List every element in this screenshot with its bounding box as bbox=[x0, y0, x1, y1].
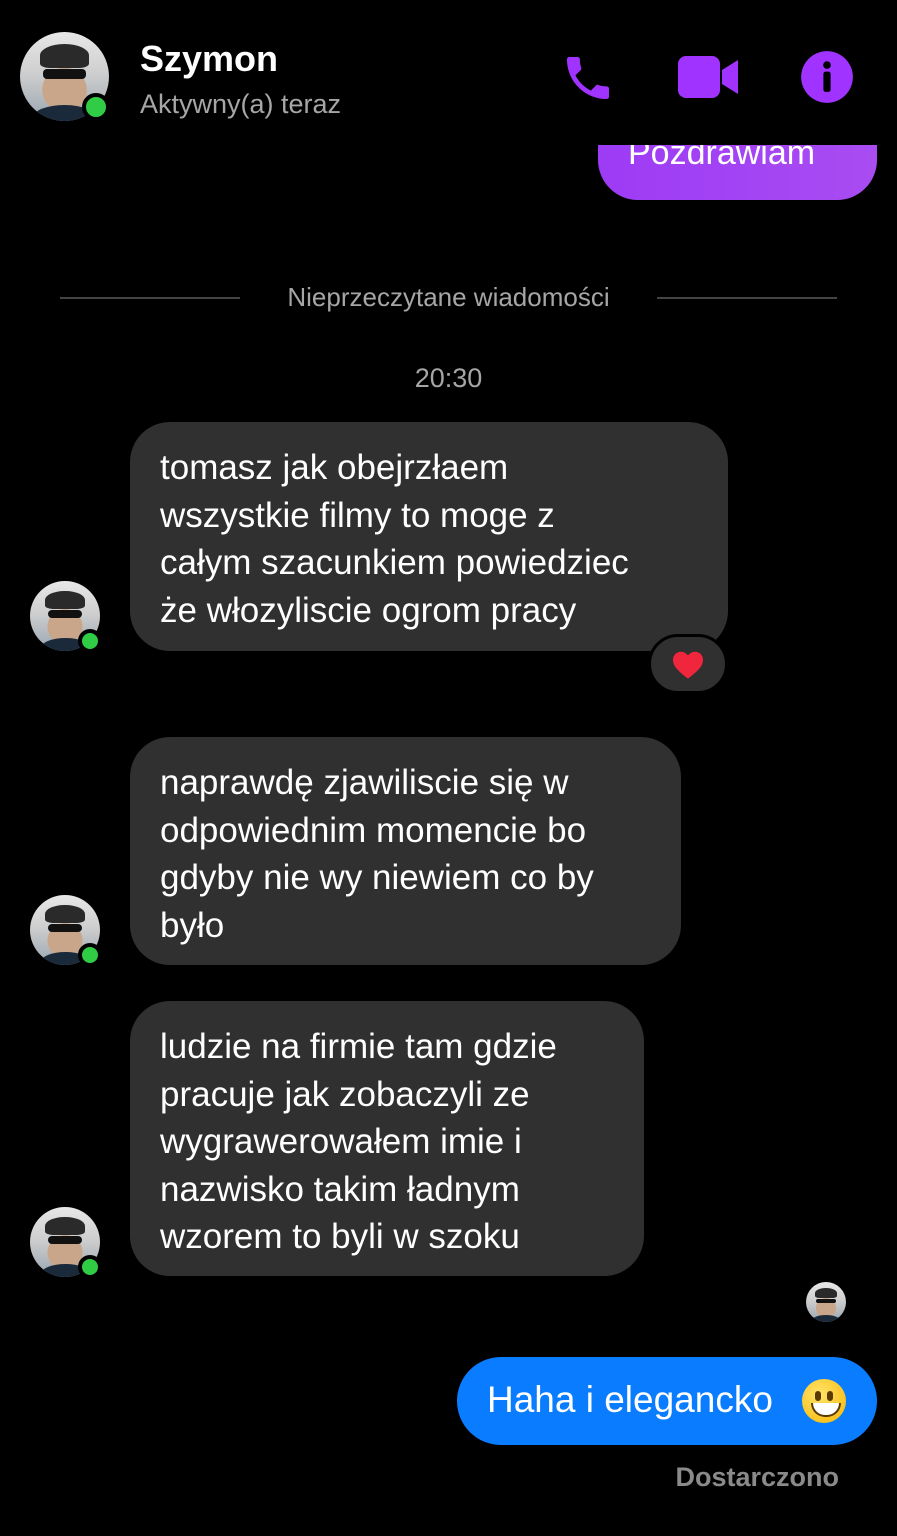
grinning-face-emoji-icon bbox=[802, 1379, 846, 1423]
info-icon[interactable] bbox=[800, 50, 854, 104]
message-line: nazwisko takim ładnym bbox=[160, 1169, 520, 1209]
heart-icon bbox=[673, 651, 703, 679]
received-message[interactable]: tomasz jak obejrzłaem wszystkie filmy to… bbox=[130, 422, 728, 651]
heart-reaction[interactable] bbox=[648, 634, 728, 694]
online-indicator bbox=[82, 93, 110, 121]
message-line: ludzie na firmie tam gdzie bbox=[160, 1027, 557, 1066]
divider-line-right bbox=[657, 297, 837, 299]
conversation-header: Szymon Aktywny(a) teraz bbox=[0, 0, 897, 145]
online-indicator bbox=[78, 943, 102, 967]
sent-message-text: Haha i elegancko bbox=[487, 1379, 773, 1420]
message-line: gdyby nie wy niewiem co by bbox=[160, 858, 594, 897]
phone-icon[interactable] bbox=[560, 50, 616, 106]
delivery-status: Dostarczono bbox=[675, 1462, 839, 1492]
received-message[interactable]: ludzie na firmie tam gdzie pracuje jak z… bbox=[130, 1001, 644, 1276]
unread-divider: Nieprzeczytane wiadomości bbox=[60, 282, 837, 312]
message-line: pracuje jak zobaczyli ze bbox=[160, 1074, 530, 1114]
online-indicator bbox=[78, 1255, 102, 1279]
message-line: wygrawerowałem imie i bbox=[160, 1122, 522, 1161]
message-line: naprawdę zjawiliscie się w bbox=[160, 763, 569, 802]
message-timestamp: 20:30 bbox=[414, 363, 483, 393]
message-line: że włozyliscie ogrom pracy bbox=[160, 590, 577, 630]
message-line: tomasz jak obejrzłaem bbox=[160, 448, 509, 487]
received-message[interactable]: naprawdę zjawiliscie się w odpowiednim m… bbox=[130, 737, 681, 965]
contact-status: Aktywny(a) teraz bbox=[140, 89, 342, 119]
sent-message[interactable]: Haha i elegancko bbox=[457, 1357, 877, 1445]
online-indicator bbox=[78, 629, 102, 653]
message-line: było bbox=[160, 905, 225, 945]
seen-by-avatar bbox=[806, 1282, 846, 1322]
message-line: całym szacunkiem powiedziec bbox=[160, 543, 629, 582]
video-camera-icon[interactable] bbox=[676, 54, 740, 100]
message-line: odpowiednim momencie bo bbox=[160, 810, 587, 850]
message-line: wzorem to byli w szoku bbox=[160, 1217, 520, 1256]
message-line: wszystkie filmy to moge z bbox=[160, 495, 555, 535]
contact-name[interactable]: Szymon bbox=[140, 38, 278, 80]
